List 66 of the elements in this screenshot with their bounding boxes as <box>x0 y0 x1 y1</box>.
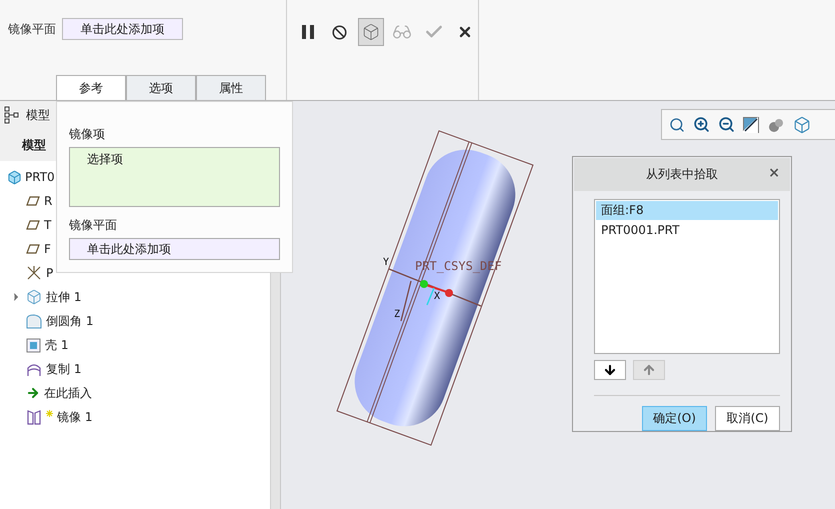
list-item[interactable]: PRT0001.PRT <box>596 220 778 239</box>
rounded-block-icon <box>26 313 42 329</box>
mirror-icon <box>26 409 42 425</box>
pause-icon <box>300 25 315 39</box>
tree-label: 在此插入 <box>44 384 92 402</box>
arrow-icon <box>26 386 40 400</box>
surface-icon <box>26 362 42 376</box>
tree-item[interactable]: P <box>0 261 54 285</box>
axis-label: Z <box>394 309 400 320</box>
list-item[interactable]: 面组:F8 <box>596 201 778 220</box>
tree-item[interactable]: 拉伸 1 <box>0 285 82 309</box>
plane-icon <box>26 220 40 230</box>
tree-label: P <box>46 266 54 280</box>
field-label: 镜像平面 <box>8 20 56 38</box>
tree-item[interactable]: 复制 1 <box>0 357 82 381</box>
plane-icon <box>26 196 40 206</box>
no-entry-icon <box>332 24 347 40</box>
move-up-button[interactable] <box>633 360 665 380</box>
shell-icon <box>26 338 41 352</box>
tree-item[interactable]: F <box>0 237 51 261</box>
plane-icon <box>26 244 40 254</box>
tree-label: T <box>44 218 52 232</box>
mirror-plane-field[interactable]: 单击此处添加项 <box>69 238 280 260</box>
cube-icon <box>7 170 22 184</box>
cube-icon <box>26 289 42 305</box>
tree-item[interactable]: 倒圆角 1 <box>0 309 94 333</box>
panel-title: 模型 <box>26 106 50 124</box>
tree-label: 倒圆角 1 <box>46 312 94 330</box>
tree-item[interactable]: R <box>0 189 52 213</box>
dialog-title: 从列表中拾取 <box>646 166 718 183</box>
tree-tab[interactable]: 模型 <box>22 136 46 154</box>
move-down-button[interactable] <box>594 360 626 380</box>
cube-icon <box>362 23 380 41</box>
tree-item[interactable]: 镜像 1 <box>0 405 92 429</box>
cube-icon[interactable] <box>793 116 811 134</box>
tree-item[interactable]: T <box>0 213 52 237</box>
field-label: 镜像项 <box>69 126 106 143</box>
tree-label: PRT0 <box>25 170 55 184</box>
tree-item[interactable]: 在此插入 <box>0 381 92 405</box>
magnifier-icon[interactable] <box>669 116 685 132</box>
panel-tab[interactable]: 参考 <box>56 75 126 100</box>
mirror-plane-field[interactable]: 单击此处添加项 <box>62 18 183 40</box>
tree-item[interactable]: PRT0 <box>0 165 55 189</box>
asterisk-icon <box>46 410 53 417</box>
tree-item[interactable]: 壳 1 <box>0 333 68 357</box>
close-button[interactable]: × <box>768 165 780 181</box>
zoom-out-icon[interactable] <box>718 116 735 133</box>
tree-label: 复制 1 <box>46 360 82 378</box>
field-label: 镜像平面 <box>69 217 118 234</box>
tree-label: R <box>44 194 52 208</box>
dialog-button[interactable]: 确定(O) <box>642 406 707 431</box>
tree-label: 镜像 1 <box>57 408 92 426</box>
dialog-button[interactable]: 取消(C) <box>715 406 780 431</box>
tree-label: F <box>44 242 51 256</box>
axis-label: Y <box>383 257 390 268</box>
panel-tab[interactable]: 选项 <box>126 75 196 100</box>
tree-label: 拉伸 1 <box>46 288 82 306</box>
axis-label: X <box>434 291 440 302</box>
axes-icon <box>26 265 42 281</box>
shading-icon[interactable] <box>767 116 785 132</box>
tree-icon <box>4 106 20 124</box>
zoom-in-icon[interactable] <box>693 116 710 133</box>
tree-label: 壳 1 <box>45 336 68 354</box>
section-icon[interactable] <box>743 116 759 132</box>
panel-tab[interactable]: 属性 <box>196 75 266 100</box>
mirror-items-field[interactable]: 选择项 <box>69 147 280 207</box>
